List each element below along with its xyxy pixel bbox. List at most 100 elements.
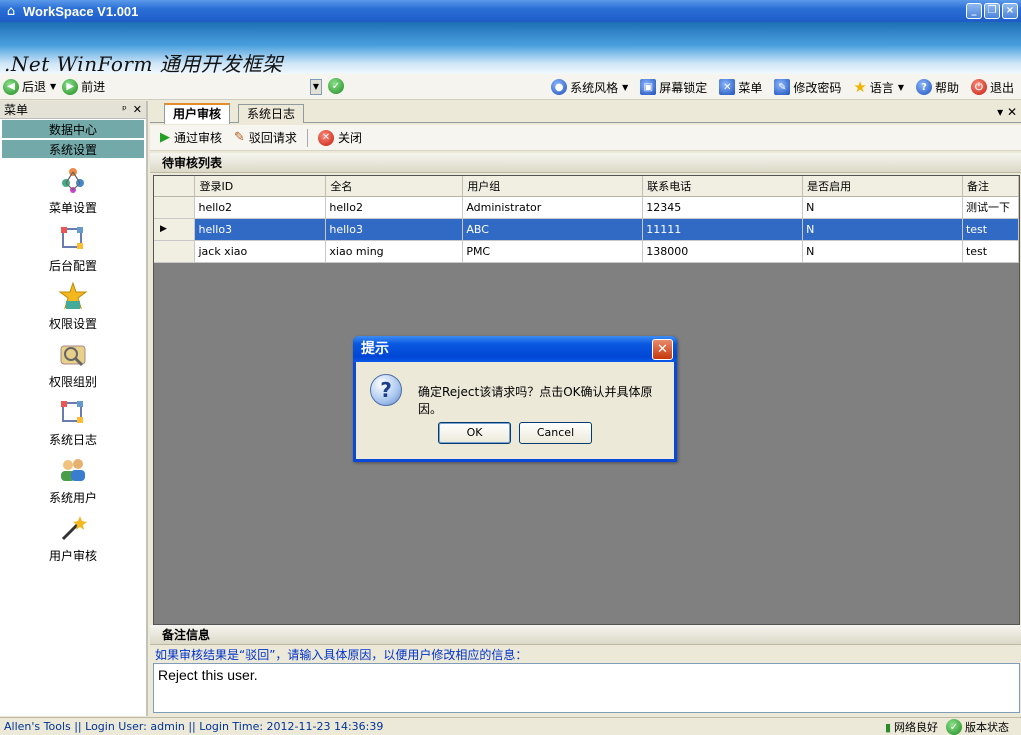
table-cell[interactable]: N <box>802 218 963 241</box>
notes-textarea[interactable]: Reject this user. <box>153 663 1020 713</box>
language-button[interactable]: ★ 语言 ▼ <box>850 76 907 98</box>
home-icon: ⌂ <box>6 3 16 19</box>
dialog-close-button[interactable]: ✕ <box>652 339 673 360</box>
sidebar-header: 菜单 ᵖ ✕ <box>0 101 146 119</box>
sidebar-group-system-settings[interactable]: 系统设置 <box>1 139 145 159</box>
window-title: WorkSpace V1.001 <box>23 3 139 19</box>
lock-screen-button[interactable]: ▣ 屏幕锁定 <box>637 76 710 98</box>
table-cell[interactable]: hello3 <box>194 218 327 241</box>
column-header[interactable]: 登录ID <box>194 176 327 197</box>
backend-config-icon <box>61 227 83 249</box>
signal-icon: ▮ <box>884 720 891 734</box>
app-banner: .Net WinForm 通用开发框架 <box>0 22 1021 76</box>
sidebar-item-menu-settings[interactable]: 菜单设置 <box>0 165 146 223</box>
reject-icon: ✎ <box>234 130 245 145</box>
sidebar-group-data-center[interactable]: 数据中心 <box>1 119 145 139</box>
system-style-button[interactable]: ● 系统风格 ▼ <box>548 76 631 98</box>
tools-icon: ✕ <box>719 79 736 95</box>
review-actions: ▶ 通过审核 ✎ 驳回请求 ✕ 关闭 <box>150 125 1021 151</box>
version-status: ✓ 版本状态 <box>946 719 1009 735</box>
go-check-icon[interactable]: ✓ <box>328 78 344 94</box>
status-info: Allen's Tools || Login User: admin || Lo… <box>4 720 384 733</box>
tab-user-review[interactable]: 用户审核 <box>164 103 231 124</box>
row-header[interactable]: ▶ <box>154 218 196 241</box>
question-icon: ? <box>370 374 402 406</box>
sidebar-item-permission[interactable]: 权限设置 <box>0 281 146 339</box>
row-header[interactable] <box>154 240 196 263</box>
column-header[interactable]: 全名 <box>325 176 464 197</box>
table-cell[interactable]: Administrator <box>462 196 644 219</box>
sidebar-item-user-review[interactable]: 用户审核 <box>0 513 146 571</box>
table-cell[interactable]: PMC <box>462 240 644 263</box>
help-icon: ? <box>915 79 932 95</box>
close-icon[interactable]: ✕ <box>133 103 142 116</box>
sidebar-item-backend-config[interactable]: 后台配置 <box>0 223 146 281</box>
table-cell[interactable]: test <box>962 218 1020 241</box>
pin-icon[interactable]: ᵖ <box>122 103 127 116</box>
address-dropdown[interactable]: ▼ <box>310 79 322 95</box>
tab-system-log[interactable]: 系统日志 <box>238 104 305 123</box>
table-cell[interactable]: N <box>802 240 963 263</box>
table-cell[interactable]: 12345 <box>642 196 804 219</box>
column-header[interactable]: 备注 <box>962 176 1020 197</box>
confirm-dialog: 提示 ✕ ? 确定Reject该请求吗？点击OK确认并具体原因。 OK Canc… <box>353 336 677 462</box>
exit-button[interactable]: ⏻ 退出 <box>968 76 1017 98</box>
column-header[interactable]: 联系电话 <box>642 176 804 197</box>
table-cell[interactable]: 138000 <box>642 240 804 263</box>
table-row[interactable]: jack xiao xiao ming PMC 138000 N test <box>154 240 1020 263</box>
current-row-icon: ▶ <box>160 224 167 234</box>
menu-button[interactable]: ✕ 菜单 <box>716 76 765 98</box>
minimize-button[interactable]: _ <box>966 3 982 19</box>
table-cell[interactable]: test <box>962 240 1020 263</box>
title-bar: ⌂ WorkSpace V1.001 _ ❐ × <box>0 0 1021 22</box>
close-icon[interactable]: ✕ <box>1007 105 1017 119</box>
back-dropdown-icon[interactable]: ▼ <box>50 82 56 91</box>
sidebar-item-permission-group[interactable]: 权限组别 <box>0 339 146 397</box>
sidebar-title: 菜单 <box>4 103 29 117</box>
cancel-button[interactable]: Cancel <box>519 422 592 444</box>
tab-strip: 用户审核 系统日志 ▾ ✕ <box>150 101 1021 124</box>
sidebar: 菜单 ᵖ ✕ 数据中心 系统设置 菜单设置 后台配置 权限设置 权限组别 系统日… <box>0 101 148 716</box>
window-controls: _ ❐ × <box>966 3 1018 19</box>
menu-settings-icon <box>62 168 84 193</box>
column-header[interactable]: 用户组 <box>462 176 644 197</box>
row-header[interactable] <box>154 196 196 219</box>
pencil-icon: ✎ <box>774 79 791 95</box>
table-cell[interactable]: 测试一下 <box>962 196 1020 219</box>
table-cell[interactable]: 11111 <box>642 218 804 241</box>
table-cell[interactable]: hello2 <box>194 196 327 219</box>
brand-title: .Net WinForm 通用开发框架 <box>4 52 283 76</box>
main-toolbar: ◀ 后退 ▼ ▶ 前进 ▼ ✓ ● 系统风格 ▼ ▣ 屏幕锁定 ✕ 菜单 ✎ 修… <box>0 74 1021 100</box>
pending-table: 登录ID 全名 用户组 联系电话 是否启用 备注 hello2 hello2 A… <box>154 176 1020 263</box>
forward-button[interactable]: ▶ 前进 <box>59 76 108 98</box>
system-log-icon <box>61 401 83 423</box>
play-icon: ▶ <box>160 130 170 145</box>
table-row-selected[interactable]: ▶ hello3 hello3 ABC 11111 N test <box>154 218 1020 241</box>
reject-button[interactable]: ✎ 驳回请求 <box>230 129 301 146</box>
close-window-button[interactable]: × <box>1002 3 1018 19</box>
table-cell[interactable]: ABC <box>462 218 644 241</box>
power-icon: ⏻ <box>970 79 987 95</box>
table-cell[interactable]: hello2 <box>325 196 464 219</box>
table-row[interactable]: hello2 hello2 Administrator 12345 N 测试一下 <box>154 196 1020 219</box>
table-cell[interactable]: hello3 <box>325 218 464 241</box>
ok-button[interactable]: OK <box>438 422 511 444</box>
chevron-down-icon[interactable]: ▾ <box>997 105 1003 119</box>
help-button[interactable]: ? 帮助 <box>913 76 962 98</box>
palette-icon: ● <box>551 79 568 95</box>
star-icon: ★ <box>853 78 867 96</box>
table-cell[interactable]: xiao ming <box>325 240 464 263</box>
column-header[interactable]: 是否启用 <box>802 176 963 197</box>
close-tab-button[interactable]: ✕ 关闭 <box>314 129 366 146</box>
dialog-title: 提示 <box>361 341 389 357</box>
table-cell[interactable]: jack xiao <box>194 240 327 263</box>
sidebar-item-system-users[interactable]: 系统用户 <box>0 455 146 513</box>
status-bar: Allen's Tools || Login User: admin || Lo… <box>0 717 1021 735</box>
back-button[interactable]: ◀ 后退 ▼ <box>0 76 59 98</box>
table-cell[interactable]: N <box>802 196 963 219</box>
restore-button[interactable]: ❐ <box>984 3 1000 19</box>
change-password-button[interactable]: ✎ 修改密码 <box>771 76 844 98</box>
sidebar-item-system-log[interactable]: 系统日志 <box>0 397 146 455</box>
approve-button[interactable]: ▶ 通过审核 <box>156 129 226 146</box>
back-arrow-icon: ◀ <box>3 78 19 95</box>
